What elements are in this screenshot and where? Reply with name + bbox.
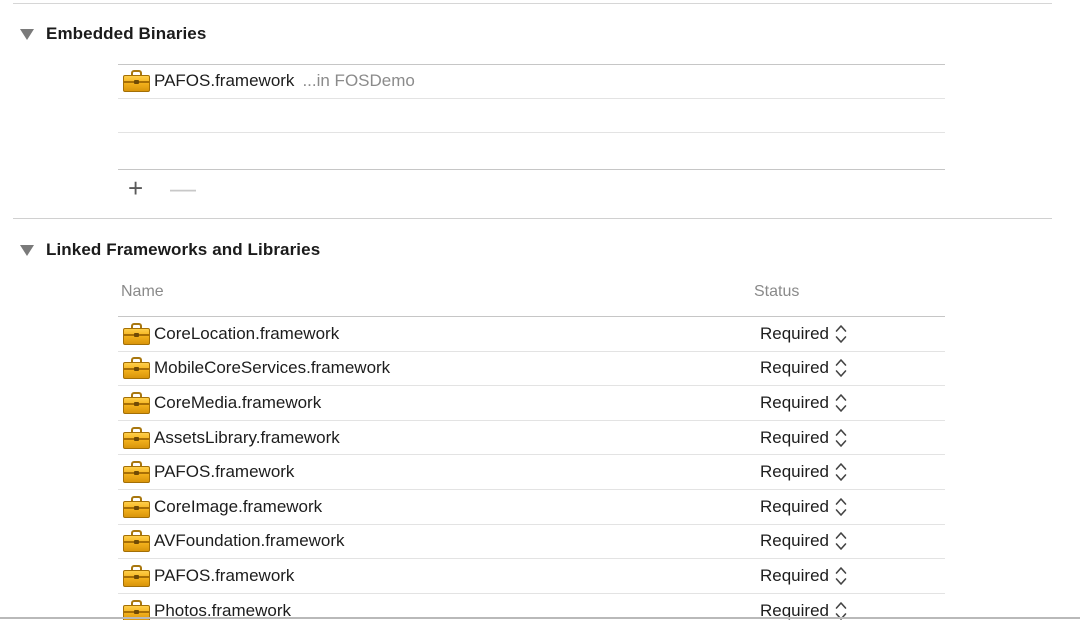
status-value: Required xyxy=(760,392,829,412)
status-value: Required xyxy=(760,462,829,482)
status-popup[interactable]: Required xyxy=(760,427,847,449)
table-row[interactable] xyxy=(118,99,945,134)
linked-frameworks-header[interactable]: Linked Frameworks and Libraries xyxy=(20,240,320,260)
column-header-name[interactable]: Name xyxy=(121,283,164,301)
table-row[interactable]: PAFOS.framework ...in FOSDemo xyxy=(118,64,945,99)
toolbox-icon xyxy=(123,530,150,553)
framework-name: MobileCoreServices.framework xyxy=(154,358,391,378)
toolbox-icon xyxy=(123,495,150,518)
status-popup[interactable]: Required xyxy=(760,461,847,483)
up-down-chevron-icon[interactable] xyxy=(835,357,847,379)
top-divider xyxy=(13,3,1052,4)
up-down-chevron-icon[interactable] xyxy=(835,323,847,345)
section-title: Embedded Binaries xyxy=(46,24,207,43)
table-row[interactable]: PAFOS.framework Required xyxy=(118,455,945,490)
framework-name: AssetsLibrary.framework xyxy=(154,427,340,447)
up-down-chevron-icon[interactable] xyxy=(835,461,847,483)
status-value: Required xyxy=(760,358,829,378)
disclosure-triangle-icon[interactable] xyxy=(20,245,34,256)
status-value: Required xyxy=(760,565,829,585)
table-row[interactable]: AVFoundation.framework Required xyxy=(118,525,945,560)
status-value: Required xyxy=(760,323,829,343)
toolbox-icon xyxy=(123,391,150,414)
up-down-chevron-icon[interactable] xyxy=(835,496,847,518)
status-popup[interactable]: Required xyxy=(760,392,847,414)
toolbox-icon xyxy=(123,322,150,345)
up-down-chevron-icon[interactable] xyxy=(835,530,847,552)
toolbox-icon xyxy=(123,70,150,93)
status-popup[interactable]: Required xyxy=(760,357,847,379)
up-down-chevron-icon[interactable] xyxy=(835,427,847,449)
column-header-status[interactable]: Status xyxy=(754,283,799,301)
status-value: Required xyxy=(760,496,829,516)
framework-name: AVFoundation.framework xyxy=(154,531,345,551)
framework-name: CoreImage.framework xyxy=(154,496,323,516)
status-popup[interactable]: Required xyxy=(760,565,847,587)
status-popup[interactable]: Required xyxy=(760,530,847,552)
section-title: Linked Frameworks and Libraries xyxy=(46,240,321,259)
table-bottom-border xyxy=(118,169,945,170)
add-button[interactable]: + xyxy=(128,175,143,201)
table-row[interactable]: CoreLocation.framework Required xyxy=(118,317,945,352)
disclosure-triangle-icon[interactable] xyxy=(20,29,34,40)
toolbox-icon xyxy=(123,564,150,587)
embedded-binaries-table: PAFOS.framework ...in FOSDemo xyxy=(118,64,945,168)
table-row[interactable]: CoreImage.framework Required xyxy=(118,490,945,525)
table-row[interactable]: CoreMedia.framework Required xyxy=(118,386,945,421)
status-popup[interactable]: Required xyxy=(760,323,847,345)
table-row[interactable]: AssetsLibrary.framework Required xyxy=(118,421,945,456)
toolbox-icon xyxy=(123,426,150,449)
embedded-binaries-header[interactable]: Embedded Binaries xyxy=(20,24,206,44)
status-value: Required xyxy=(760,531,829,551)
toolbox-icon xyxy=(123,461,150,484)
framework-name: PAFOS.framework xyxy=(154,565,295,585)
table-row[interactable]: PAFOS.framework Required xyxy=(118,559,945,594)
status-value: Required xyxy=(760,427,829,447)
toolbox-icon xyxy=(123,357,150,380)
framework-name: CoreMedia.framework xyxy=(154,392,322,412)
framework-name: CoreLocation.framework xyxy=(154,323,340,343)
remove-button[interactable]: — xyxy=(170,175,196,201)
table-row[interactable]: MobileCoreServices.framework Required xyxy=(118,352,945,387)
section-divider xyxy=(13,218,1052,219)
table-row[interactable] xyxy=(118,133,945,168)
up-down-chevron-icon[interactable] xyxy=(835,565,847,587)
bottom-divider xyxy=(0,617,1080,619)
framework-name: PAFOS.framework ...in FOSDemo xyxy=(154,71,415,91)
status-popup[interactable]: Required xyxy=(760,496,847,518)
linked-frameworks-table: CoreLocation.framework Required MobileCore… xyxy=(118,317,945,620)
framework-name: PAFOS.framework xyxy=(154,462,295,482)
framework-location: ...in FOSDemo xyxy=(302,71,415,91)
up-down-chevron-icon[interactable] xyxy=(835,392,847,414)
